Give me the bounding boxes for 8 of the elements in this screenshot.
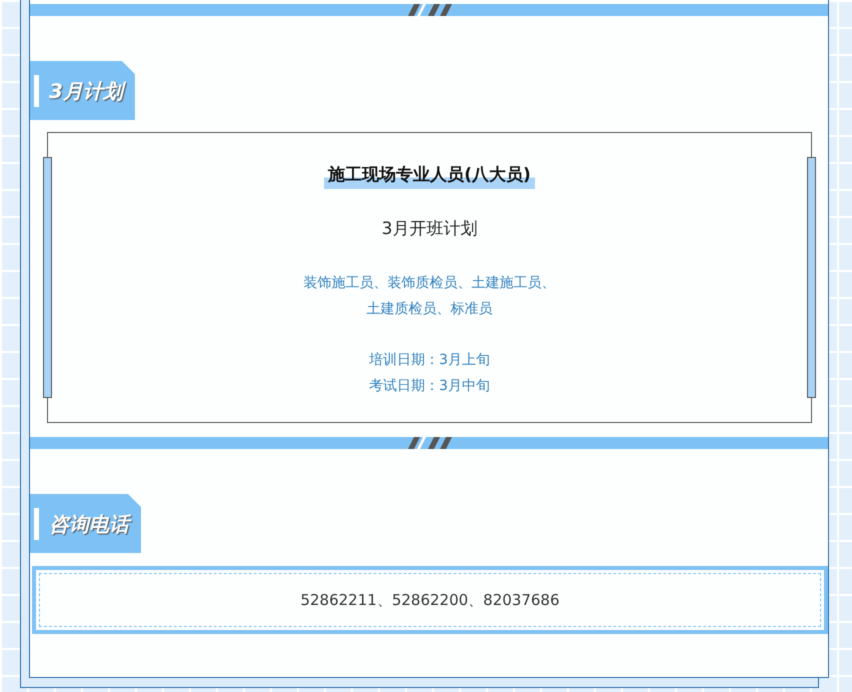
plan-title: 施工现场专业人员(八大员) xyxy=(324,163,535,188)
date-text: 培训日期：3月上旬 xyxy=(368,351,491,370)
section-heading: 咨询电话 xyxy=(49,508,129,538)
positions-text: 土建质检员、标准员 xyxy=(366,300,494,319)
phone-numbers: 52862211、52862200、82037686 xyxy=(300,590,560,611)
plan-subtitle: 3月开班计划 xyxy=(380,218,478,240)
positions-text: 装饰施工员、装饰质检员、土建施工员、 xyxy=(302,274,556,293)
date-text: 考试日期：3月中旬 xyxy=(368,377,491,396)
